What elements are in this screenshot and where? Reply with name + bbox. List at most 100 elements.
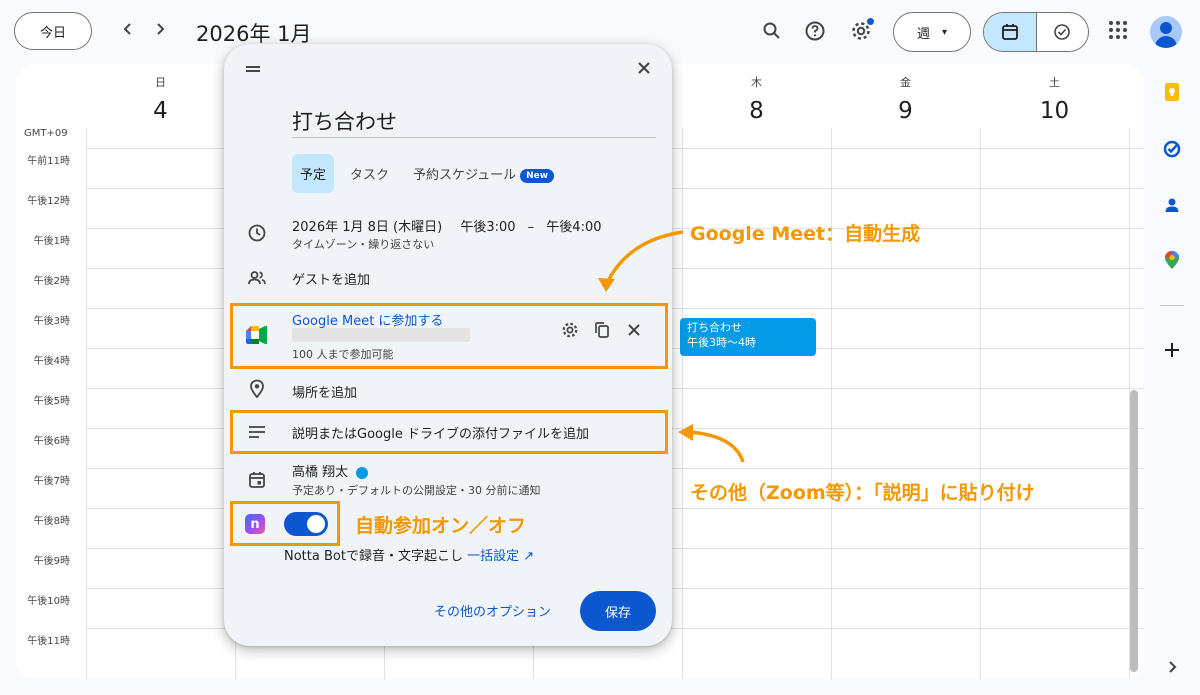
hour-label: 午後1時 (33, 236, 70, 247)
tab-event[interactable]: 予定 (292, 154, 335, 193)
notification-dot (867, 18, 874, 25)
day-header[interactable]: 土 10 (980, 74, 1129, 124)
toggle-highlight-box (230, 501, 340, 546)
tab-appointment-schedule-label: 予約スケジュール (413, 168, 517, 183)
notta-bulk-settings-link[interactable]: 一括設定 ↗ (467, 549, 534, 564)
keep-icon (1165, 83, 1179, 101)
notta-bot-text: Notta Botで録音・文字起こし (284, 549, 463, 564)
annotation-other-paste: その他（Zoom等）：「説明」に貼り付け (690, 482, 1035, 504)
expand-panel-button[interactable] (1160, 655, 1184, 679)
tab-task[interactable]: タスク (342, 154, 397, 193)
day-name: 土 (1049, 76, 1060, 89)
annotation-meet-auto: Google Meet：自動生成 (690, 223, 921, 245)
view-select-label: 週 (916, 26, 930, 42)
today-button[interactable]: 今日 (14, 12, 92, 50)
notta-bot-line: Notta Botで録音・文字起こし 一括設定 ↗ (284, 545, 534, 564)
calendar-scrollbar[interactable] (1130, 390, 1138, 672)
help-icon (805, 21, 825, 41)
event-title-input[interactable]: 打ち合わせ (292, 104, 656, 138)
tab-appointment-schedule[interactable]: 予約スケジュール New (405, 154, 562, 193)
calendar-owner-name: 高橋 翔太 (292, 465, 349, 480)
add-location-input[interactable]: 場所を追加 (292, 382, 357, 401)
day-header[interactable]: 日4 (86, 74, 235, 124)
more-options-button[interactable]: その他のオプション (434, 601, 551, 620)
day-number[interactable]: 9 (831, 98, 980, 124)
meet-highlight-box (230, 303, 668, 369)
calendar-icon (1001, 24, 1018, 40)
chevron-right-icon (1169, 661, 1177, 673)
event-time: 午後3時〜4時 (687, 336, 756, 349)
location-pin-icon (246, 378, 268, 400)
annotation-auto-join: 自動参加オン／オフ (355, 515, 527, 537)
prev-week-button[interactable] (118, 20, 138, 41)
event-datetime[interactable]: 2026年 1月 8日 (木曜日) 午後3:00 – 午後4:00 (292, 216, 602, 235)
calendar-event[interactable]: 打ち合わせ 午後3時〜4時 (680, 318, 816, 356)
description-highlight-box (230, 410, 668, 454)
day-number[interactable]: 4 (86, 98, 235, 124)
save-button[interactable]: 保存 (580, 591, 656, 631)
tasks-view-button[interactable] (1035, 13, 1089, 51)
time-separator: – (527, 220, 535, 235)
grid-column-line (980, 128, 981, 679)
grid-column-line (86, 128, 87, 679)
tasks-app-button[interactable] (1160, 137, 1184, 161)
apps-grid-icon[interactable] (1106, 18, 1130, 42)
calendar-owner-details: 予定あり・デフォルトの公開設定・30 分前に通知 (292, 484, 541, 497)
calendar-color-dot (356, 466, 369, 479)
new-badge: New (520, 168, 555, 183)
calendar-task-toggle (983, 12, 1089, 52)
day-name: 木 (751, 76, 762, 89)
day-name: 金 (900, 76, 911, 89)
hour-label: 午前11時 (27, 156, 70, 167)
day-number[interactable]: 10 (980, 98, 1129, 124)
settings-button[interactable] (848, 18, 874, 44)
plus-icon (1165, 343, 1179, 357)
contacts-app-button[interactable] (1160, 193, 1184, 217)
search-icon (763, 22, 780, 39)
chevron-left-icon (123, 23, 131, 35)
calendar-view-button[interactable] (984, 13, 1036, 51)
hour-label: 午後7時 (33, 476, 70, 487)
chevron-right-icon (157, 23, 165, 35)
hour-label: 午後10時 (27, 596, 70, 607)
add-guests-input[interactable]: ゲストを追加 (292, 269, 370, 288)
next-week-button[interactable] (150, 20, 170, 41)
hour-label: 午後5時 (33, 396, 70, 407)
search-button[interactable] (759, 18, 785, 44)
drag-handle-icon[interactable] (246, 66, 260, 68)
maps-app-button[interactable] (1160, 248, 1184, 272)
caret-down-icon: ▾ (941, 26, 948, 38)
event-start-time: 午後3:00 (460, 220, 516, 235)
avatar[interactable] (1150, 16, 1182, 48)
grid-column-line (682, 128, 683, 679)
grid-column-line (831, 128, 832, 679)
hour-label: 午後12時 (27, 196, 70, 207)
tasks-icon (1163, 140, 1181, 158)
event-end-time: 午後4:00 (546, 220, 602, 235)
timezone-label: GMT+09 (24, 128, 68, 139)
hour-label: 午後11時 (27, 636, 70, 647)
help-button[interactable] (802, 18, 828, 44)
hour-label: 午後9時 (33, 556, 70, 567)
day-header[interactable]: 金9 (831, 74, 980, 124)
day-name: 日 (155, 76, 166, 89)
event-title: 打ち合わせ (687, 321, 742, 334)
hour-label: 午後4時 (33, 356, 70, 367)
keep-app-button[interactable] (1160, 80, 1184, 104)
hour-label: 午後3時 (33, 316, 70, 327)
calendar-owner[interactable]: 高橋 翔太 (292, 461, 369, 480)
calendar-owner-icon (246, 469, 268, 491)
event-date: 2026年 1月 8日 (木曜日) (292, 220, 443, 235)
add-app-button[interactable] (1160, 338, 1184, 362)
clock-icon (246, 222, 268, 244)
day-number[interactable]: 8 (682, 98, 831, 124)
people-icon (246, 267, 268, 289)
hour-label: 午後8時 (33, 516, 70, 527)
close-dialog-button[interactable] (634, 58, 654, 78)
contacts-icon (1165, 198, 1179, 212)
timezone-repeat-link[interactable]: タイムゾーン・繰り返さない (292, 236, 434, 252)
check-circle-icon (1054, 24, 1071, 40)
hour-label: 午後2時 (33, 276, 70, 287)
view-select[interactable]: 週 ▾ (893, 12, 971, 52)
day-header[interactable]: 木8 (682, 74, 831, 124)
